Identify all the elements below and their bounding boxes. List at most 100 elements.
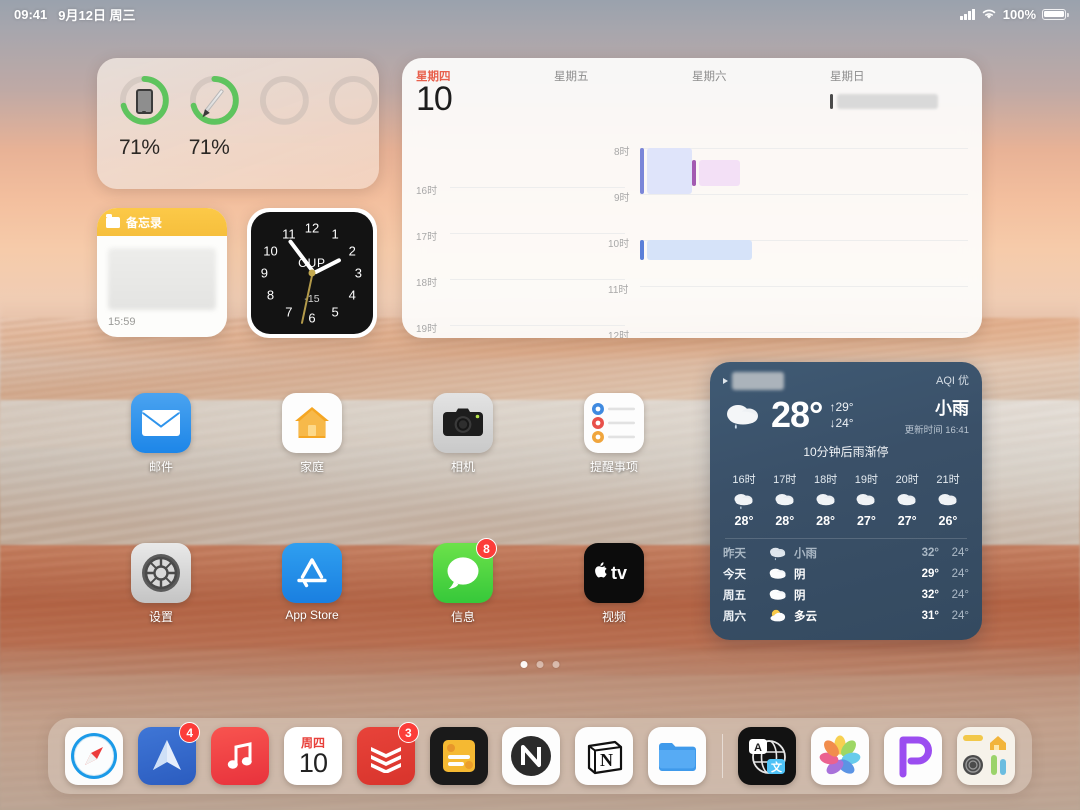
app-apple-tv[interactable]: tv 视频 xyxy=(576,543,652,625)
dock-app-safari[interactable] xyxy=(58,727,131,785)
weather-hour-temp: 28° xyxy=(816,514,836,528)
sun-cloud-icon xyxy=(765,608,791,624)
dock-app-netnewswire[interactable] xyxy=(495,727,568,785)
dock-app-sticky-notes[interactable] xyxy=(422,727,495,785)
calendar-col-friday: 星期五 xyxy=(554,68,692,116)
calendar-timeline-grid: 16时 17时 18时 19时 20时 8时 9时 10时 11时 12时 xyxy=(402,146,982,338)
photos-flower-icon xyxy=(810,727,869,785)
app-label: 视频 xyxy=(601,610,626,624)
app-app-store[interactable]: App Store xyxy=(274,543,350,622)
calendar-event[interactable] xyxy=(640,240,752,260)
notes-widget[interactable]: 备忘录 15:59 xyxy=(97,208,227,337)
dock-recent-widget-stack[interactable] xyxy=(949,727,1022,785)
app-store-icon xyxy=(282,543,342,603)
app-camera[interactable]: 相机 xyxy=(425,393,501,475)
app-mail[interactable]: 邮件 xyxy=(123,393,199,475)
rain-cloud-icon xyxy=(765,545,791,561)
battery-percent-ipad: 71% xyxy=(119,136,160,159)
calendar-hour-label: 9时 xyxy=(614,193,630,204)
weather-hour-item: 18时 28° xyxy=(807,471,845,528)
calendar-hour-label: 12时 xyxy=(608,331,630,338)
weather-hour-temp: 28° xyxy=(734,514,754,528)
app-reminders[interactable]: 提醒事项 xyxy=(576,393,652,475)
app-home[interactable]: 家庭 xyxy=(274,393,350,475)
battery-percent-row: 71% 71% xyxy=(97,136,379,160)
page-dots[interactable] xyxy=(520,661,560,668)
weather-divider xyxy=(725,538,967,539)
clock-face: 12 1 2 3 4 5 6 7 8 9 10 11 CUP -15 xyxy=(251,212,373,334)
badge-spark: 4 xyxy=(179,722,201,743)
weather-hour-temp: 27° xyxy=(897,514,917,528)
app-label: 提醒事项 xyxy=(589,460,638,474)
weather-hour-time: 18时 xyxy=(813,474,838,486)
clock-widget[interactable]: 12 1 2 3 4 5 6 7 8 9 10 11 CUP -15 xyxy=(247,208,377,338)
weather-day-high: 29° xyxy=(921,567,939,580)
event-title-redacted xyxy=(647,148,692,194)
page-dot[interactable] xyxy=(536,661,544,668)
cloud-icon xyxy=(897,494,916,506)
event-color-bar xyxy=(692,160,696,186)
weather-summary: 10分钟后雨渐停 xyxy=(803,445,889,459)
page-dot-active[interactable] xyxy=(520,661,528,668)
dock-app-todoist[interactable]: 3 xyxy=(349,722,422,785)
weather-widget[interactable]: AQI 优 28° ↑29° ↓24° 小雨 更新时间 16:41 10分钟后雨… xyxy=(710,362,982,640)
battery-ring-ipad xyxy=(119,75,170,127)
calendar-hour-label: 8时 xyxy=(614,147,630,158)
badge-todoist: 3 xyxy=(397,722,419,743)
svg-text:文: 文 xyxy=(771,760,783,774)
app-label: 家庭 xyxy=(299,460,324,474)
clock-center-cap xyxy=(308,269,316,277)
calendar-hour-label: 17时 xyxy=(416,232,438,243)
camera-icon xyxy=(433,393,493,453)
event-title-redacted xyxy=(699,160,740,186)
weather-day-name: 昨天 xyxy=(723,547,746,560)
battery-ring-empty xyxy=(259,75,310,127)
calendar-allday-event[interactable] xyxy=(830,94,938,109)
calendar-event[interactable] xyxy=(640,148,692,194)
badge-messages: 8 xyxy=(476,538,497,559)
weather-day-low: 24° xyxy=(951,546,969,559)
app-settings[interactable]: 设置 xyxy=(123,543,199,625)
weather-hour-item: 19时 27° xyxy=(847,471,885,528)
page-dot[interactable] xyxy=(552,661,560,668)
clock-numeral: 10 xyxy=(263,243,278,259)
svg-text:tv: tv xyxy=(611,563,627,583)
battery-ring-row xyxy=(97,75,379,127)
weather-hour-time: 20时 xyxy=(895,474,919,486)
weather-condition: 小雨 xyxy=(935,399,969,418)
dock-recent-photos[interactable] xyxy=(803,727,876,785)
battery-widget[interactable]: 71% 71% xyxy=(97,58,379,189)
calendar-event[interactable] xyxy=(692,160,740,186)
home-icon xyxy=(282,393,342,453)
weather-day-name: 周六 xyxy=(723,610,746,623)
dock-app-notion[interactable]: N xyxy=(568,727,641,785)
status-bar: 09:41 9月12日 周三 100% xyxy=(0,0,1080,28)
status-time: 09:41 xyxy=(14,6,48,22)
dock-app-calendar[interactable]: 周四 10 xyxy=(277,727,350,785)
files-folder-icon xyxy=(648,727,707,785)
dock-app-spark[interactable]: 4 xyxy=(131,722,204,785)
dock-app-music[interactable] xyxy=(204,727,277,785)
battery-ring-empty xyxy=(328,75,379,127)
weather-high: ↑29° xyxy=(829,399,854,414)
app-label: 邮件 xyxy=(148,460,173,474)
calendar-weekday-label: 星期六 xyxy=(692,71,727,83)
app-messages[interactable]: 8 信息 xyxy=(425,538,501,625)
notes-widget-header: 备忘录 xyxy=(97,208,227,236)
dock-recent-translate[interactable]: A 文 xyxy=(731,727,804,785)
dock-recent-pocket[interactable] xyxy=(876,727,949,785)
calendar-hour-label: 18时 xyxy=(416,278,438,289)
notes-preview-redacted xyxy=(108,248,216,310)
calendar-icon: 周四 10 xyxy=(283,727,342,785)
weather-hour-item: 17时 28° xyxy=(766,471,804,528)
dock-app-files[interactable] xyxy=(641,727,714,785)
notes-widget-title: 备忘录 xyxy=(126,215,163,230)
n-circle-icon xyxy=(502,727,561,785)
calendar-weekday-label: 星期五 xyxy=(554,71,589,83)
calendar-widget[interactable]: 星期四 10 星期五 星期六 星期日 16时 17时 18时 19时 8时 9时… xyxy=(402,58,982,338)
mail-icon xyxy=(131,393,191,453)
calendar-icon-day: 10 xyxy=(298,747,328,778)
clock-numeral: 4 xyxy=(348,287,356,303)
weather-day-name: 周五 xyxy=(723,589,746,602)
settings-gear-icon xyxy=(131,543,191,603)
